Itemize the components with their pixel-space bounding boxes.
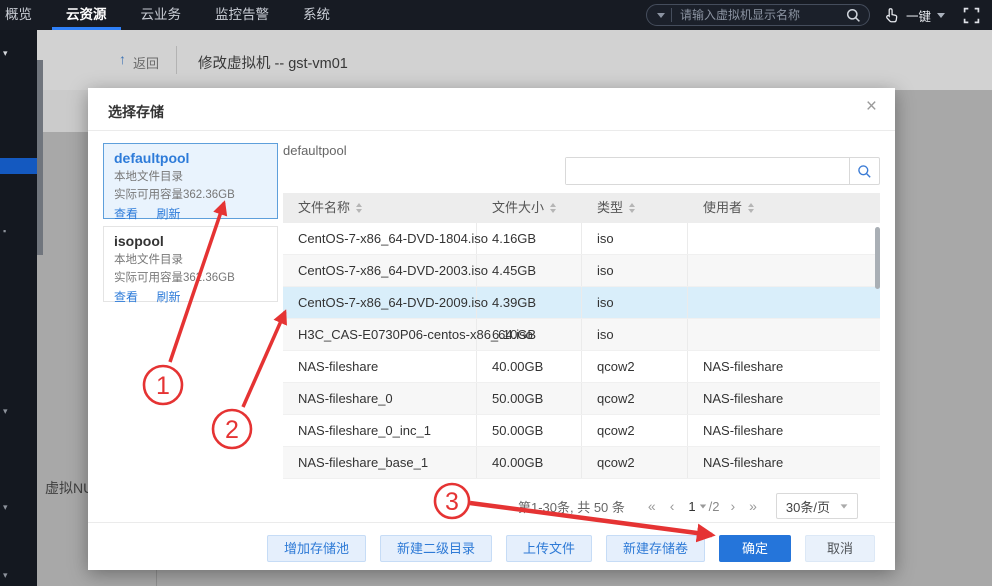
chevron-down-icon[interactable]: ▾ — [3, 502, 8, 513]
divider — [176, 46, 177, 74]
column-header-filename[interactable]: 文件名称 — [283, 193, 477, 223]
chevron-down-icon — [937, 13, 945, 18]
current-page-select[interactable]: 1 — [688, 499, 706, 514]
table-row[interactable]: NAS-fileshare_0 50.00GB qcow2 NAS-filesh… — [283, 383, 880, 415]
divider — [156, 570, 157, 586]
top-nav: 概览 云资源 云业务 监控告警 系统 一键 — [0, 0, 992, 30]
new-subdirectory-button[interactable]: 新建二级目录 — [380, 535, 492, 562]
sort-icon[interactable] — [748, 203, 754, 213]
divider — [88, 522, 895, 523]
pool-refresh-link[interactable]: 刷新 — [156, 207, 180, 221]
chevron-down-icon — [841, 504, 848, 508]
vm-search-input[interactable] — [680, 8, 846, 22]
last-page-button[interactable]: » — [749, 498, 757, 514]
sort-icon[interactable] — [356, 203, 362, 213]
file-search-input[interactable] — [566, 158, 849, 184]
next-page-button[interactable]: › — [730, 498, 735, 514]
divider — [671, 8, 672, 22]
screen: 概览 云资源 云业务 监控告警 系统 一键 — [0, 0, 992, 586]
nav-item-monitor-alarm[interactable]: 监控告警 — [215, 0, 269, 30]
sidebar-active-item[interactable] — [0, 158, 37, 174]
pool-refresh-link[interactable]: 刷新 — [156, 290, 180, 304]
cancel-button[interactable]: 取消 — [805, 535, 875, 562]
first-page-button[interactable]: « — [648, 498, 656, 514]
background-panel — [37, 90, 88, 132]
column-header-user[interactable]: 使用者 — [688, 193, 880, 223]
storage-pool-list: defaultpool 本地文件目录 实际可用容量362.36GB 查看 刷新 … — [103, 143, 278, 309]
pagination-summary: 第1-30条, 共 50 条 — [518, 497, 625, 516]
table-body: CentOS-7-x86_64-DVD-1804.iso 4.16GB iso … — [283, 223, 880, 479]
back-arrow-icon: ↑ — [119, 51, 126, 67]
sidebar-glyph[interactable]: ▪ — [3, 226, 6, 236]
table-row[interactable]: NAS-fileshare 40.00GB qcow2 NAS-fileshar… — [283, 351, 880, 383]
select-storage-dialog: 选择存储 × defaultpool 本地文件目录 实际可用容量362.36GB… — [88, 88, 895, 570]
table-row[interactable]: CentOS-7-x86_64-DVD-2003.iso 4.45GB iso — [283, 255, 880, 287]
scrollbar-thumb[interactable] — [875, 227, 880, 289]
hand-pointer-icon — [884, 7, 901, 24]
file-search-box — [565, 157, 880, 185]
pool-name: isopool — [114, 233, 267, 249]
one-key-label: 一键 — [906, 6, 931, 25]
page-toolbar: ↑ 返回 修改虚拟机 -- gst-vm01 — [37, 30, 992, 90]
current-pool-label: defaultpool — [283, 143, 347, 158]
chevron-down-icon[interactable]: ▾ — [3, 406, 8, 417]
chevron-down-icon[interactable]: ▾ — [3, 570, 8, 581]
nav-right-tools: 一键 — [646, 0, 992, 30]
nav-item-overview[interactable]: 概览 — [5, 0, 32, 30]
left-sidebar: ▾ ▪ ▾ ▾ ▾ — [0, 30, 37, 586]
pool-card-defaultpool[interactable]: defaultpool 本地文件目录 实际可用容量362.36GB 查看 刷新 — [103, 143, 278, 219]
pool-capacity: 实际可用容量362.36GB — [114, 269, 267, 285]
table-header: 文件名称 文件大小 类型 使用者 — [283, 193, 880, 223]
table-row[interactable]: NAS-fileshare_0_inc_1 50.00GB qcow2 NAS-… — [283, 415, 880, 447]
search-icon — [857, 164, 872, 179]
nav-item-system[interactable]: 系统 — [303, 0, 330, 30]
pool-type: 本地文件目录 — [114, 168, 267, 184]
chevron-down-icon — [699, 504, 705, 508]
pool-view-link[interactable]: 查看 — [114, 290, 138, 304]
pool-capacity: 实际可用容量362.36GB — [114, 186, 267, 202]
scrollbar-thumb[interactable] — [37, 60, 43, 255]
back-button[interactable]: 返回 — [133, 53, 159, 72]
sort-icon[interactable] — [550, 203, 556, 213]
upload-file-button[interactable]: 上传文件 — [506, 535, 592, 562]
pagination: 第1-30条, 共 50 条 « ‹ 1 /2 › » 30条/页 — [518, 493, 858, 519]
file-search-button[interactable] — [849, 158, 879, 184]
pool-type: 本地文件目录 — [114, 251, 267, 267]
file-table: 文件名称 文件大小 类型 使用者 CentOS-7-x86_ — [283, 193, 880, 479]
new-storage-volume-button[interactable]: 新建存储卷 — [606, 535, 705, 562]
table-row[interactable]: CentOS-7-x86_64-DVD-1804.iso 4.16GB iso — [283, 223, 880, 255]
column-header-filesize[interactable]: 文件大小 — [477, 193, 582, 223]
table-row[interactable]: NAS-fileshare_base_1 40.00GB qcow2 NAS-f… — [283, 447, 880, 479]
chevron-down-icon[interactable]: ▾ — [3, 48, 8, 59]
pool-name: defaultpool — [114, 150, 267, 166]
page-title: 修改虚拟机 -- gst-vm01 — [198, 52, 348, 73]
prev-page-button[interactable]: ‹ — [670, 498, 675, 514]
divider — [88, 130, 895, 131]
search-icon[interactable] — [846, 8, 861, 23]
nav-item-cloud-resources[interactable]: 云资源 — [66, 0, 107, 30]
pool-card-isopool[interactable]: isopool 本地文件目录 实际可用容量362.36GB 查看 刷新 — [103, 226, 278, 302]
page-size-select[interactable]: 30条/页 — [776, 493, 858, 519]
sort-icon[interactable] — [629, 203, 635, 213]
total-pages-label: /2 — [709, 499, 720, 514]
vm-search-box[interactable] — [646, 4, 870, 26]
table-row-selected[interactable]: CentOS-7-x86_64-DVD-2009.iso 4.39GB iso — [283, 287, 880, 319]
table-row[interactable]: H3C_CAS-E0730P06-centos-x86_64.iso 6.10G… — [283, 319, 880, 351]
pool-view-link[interactable]: 查看 — [114, 207, 138, 221]
background-form-label: 虚拟NU — [45, 478, 89, 498]
dialog-footer: 增加存储池 新建二级目录 上传文件 新建存储卷 确定 取消 — [88, 535, 875, 562]
confirm-button[interactable]: 确定 — [719, 535, 791, 562]
one-key-menu[interactable]: 一键 — [884, 6, 945, 25]
chevron-down-icon[interactable] — [657, 13, 665, 18]
fullscreen-icon[interactable] — [963, 7, 980, 24]
add-storage-pool-button[interactable]: 增加存储池 — [267, 535, 366, 562]
nav-item-cloud-services[interactable]: 云业务 — [141, 0, 182, 30]
close-icon[interactable]: × — [866, 96, 877, 118]
column-header-type[interactable]: 类型 — [582, 193, 688, 223]
dialog-title: 选择存储 — [108, 102, 164, 122]
